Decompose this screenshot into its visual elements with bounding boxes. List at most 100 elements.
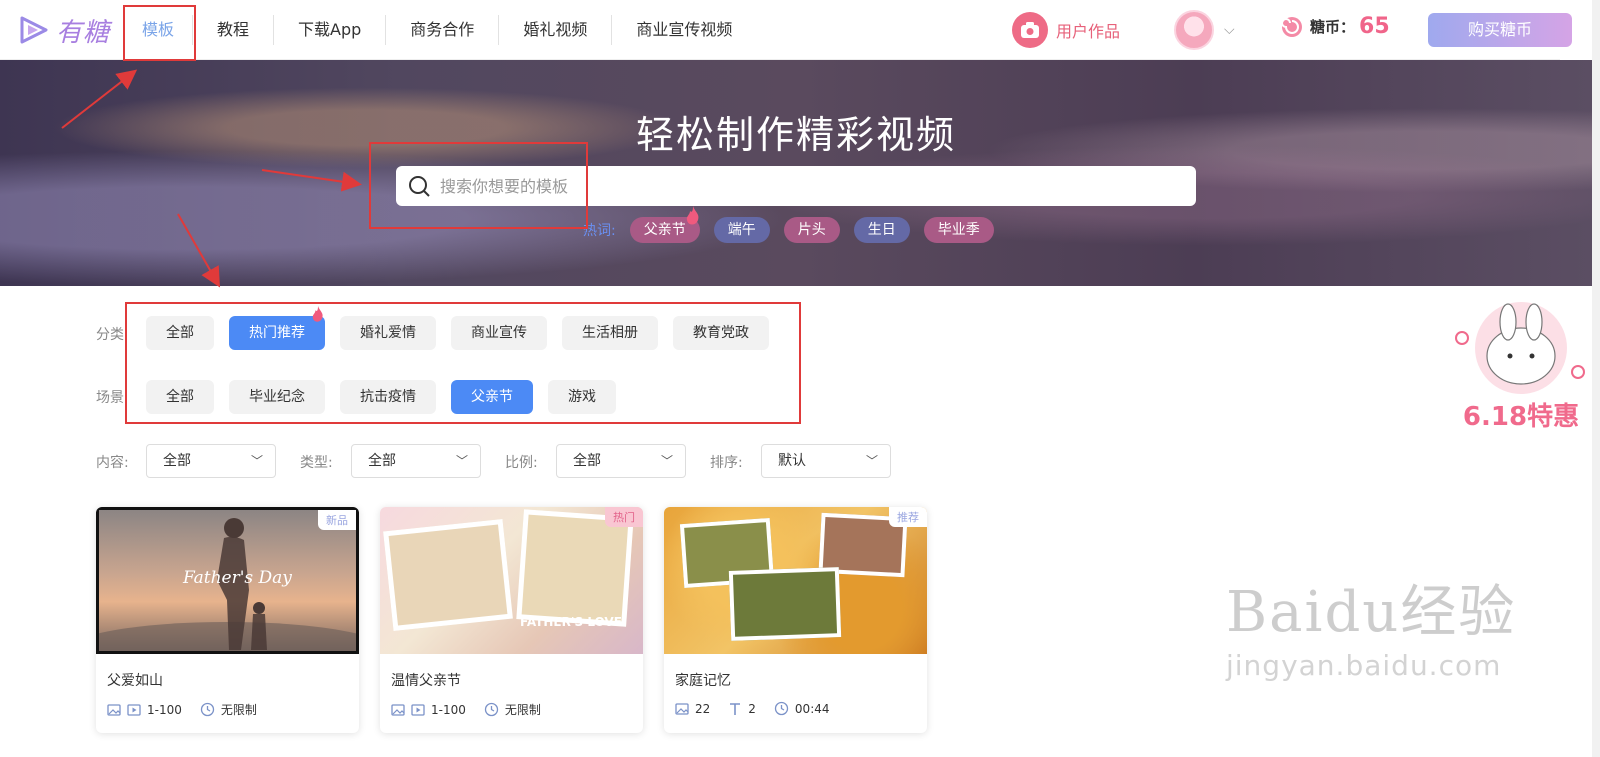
- hot-tag[interactable]: 生日: [853, 217, 910, 243]
- image-count: 22: [695, 701, 711, 716]
- thumb-caption: Father's Day: [183, 568, 292, 588]
- category-row: 全部 热门推荐 婚礼爱情 商业宣传 生活相册 教育党政: [146, 316, 784, 350]
- card-thumbnail: 推荐: [664, 507, 927, 654]
- video-icon: [127, 703, 141, 717]
- hot-tag[interactable]: 片头: [783, 217, 840, 243]
- ratio-filter-label: 比例:: [505, 455, 538, 471]
- candy-label: 糖币：: [1310, 18, 1356, 36]
- nav-tutorials[interactable]: 教程: [192, 15, 273, 45]
- content-filter-label: 内容:: [96, 455, 129, 471]
- nav-wedding-video[interactable]: 婚礼视频: [498, 15, 611, 45]
- type-filter-label: 类型:: [300, 455, 333, 471]
- user-works-link[interactable]: 用户作品: [1012, 12, 1120, 48]
- duration: 00:44: [794, 701, 830, 716]
- avatar: [1174, 10, 1214, 50]
- logo-text: 有糖: [56, 17, 111, 48]
- card-title: 家庭记忆: [675, 673, 731, 689]
- banner-title: 轻松制作精彩视频: [635, 113, 956, 157]
- user-menu[interactable]: ⌵: [1174, 10, 1235, 50]
- hot-tag[interactable]: 毕业季: [923, 217, 994, 243]
- chevron-down-icon: ﹀: [455, 454, 468, 468]
- logo[interactable]: 有糖: [18, 12, 110, 48]
- hero-banner: 轻松制作精彩视频 热词: 父亲节 端午 片头 生日 毕业季: [0, 60, 1592, 286]
- scene-chip[interactable]: 抗击疫情: [340, 380, 436, 414]
- play-logo-icon: [20, 16, 48, 44]
- template-card[interactable]: FATHER'S LOVE 热门 温情父亲节 1-100 无限制: [380, 507, 643, 733]
- search-input[interactable]: [440, 176, 1140, 196]
- media-count: 1-100: [147, 702, 182, 717]
- card-badge: 新品: [318, 510, 356, 530]
- text-icon: [728, 702, 742, 716]
- image-icon: [391, 703, 405, 717]
- photo-frame: [728, 567, 842, 641]
- nav-business[interactable]: 商务合作: [385, 15, 498, 45]
- main-nav: 模板 教程 下载App 商务合作 婚礼视频 商业宣传视频: [124, 0, 756, 60]
- card-title: 父爱如山: [107, 673, 163, 689]
- category-chip[interactable]: 婚礼爱情: [340, 316, 436, 350]
- content-dropdown-value: 全部: [163, 453, 191, 469]
- chevron-down-icon: ﹀: [250, 454, 263, 468]
- watermark: Baidu经验 jingyan.baidu.com: [1226, 580, 1517, 683]
- category-chip[interactable]: 生活相册: [562, 316, 658, 350]
- scene-label: 场景: [96, 390, 124, 406]
- top-navbar: 有糖 模板 教程 下载App 商务合作 婚礼视频 商业宣传视频 用户作品 ⌵ 糖…: [0, 0, 1572, 60]
- image-icon: [675, 702, 689, 716]
- category-chip[interactable]: 教育党政: [673, 316, 769, 350]
- template-card[interactable]: Father's Day 新品 父爱如山 1-100 无限制: [96, 507, 359, 733]
- candy-count: 65: [1359, 14, 1390, 39]
- scene-row: 全部 毕业纪念 抗击疫情 父亲节 游戏: [146, 380, 631, 414]
- buy-candy-button[interactable]: 购买糖币: [1428, 13, 1572, 47]
- watermark-brand: Baidu经验: [1226, 580, 1517, 645]
- photo-frame: [383, 519, 513, 631]
- lollipop-icon: [1281, 16, 1302, 37]
- hot-words-label: 热词:: [583, 223, 616, 239]
- hot-words: 热词: 父亲节 端午 片头 生日 毕业季: [583, 216, 1008, 244]
- promo-badge[interactable]: 6.18特惠: [1448, 298, 1594, 432]
- chevron-down-icon: ⌵: [1224, 22, 1235, 38]
- search-icon[interactable]: [408, 175, 430, 197]
- type-dropdown-value: 全部: [368, 453, 396, 469]
- card-meta: 1-100 无限制: [391, 701, 541, 718]
- nav-download-app[interactable]: 下载App: [273, 15, 385, 45]
- clock-icon: [200, 702, 215, 717]
- nav-commercial-video[interactable]: 商业宣传视频: [611, 15, 756, 45]
- user-works-label: 用户作品: [1056, 22, 1121, 41]
- scrollbar[interactable]: [1592, 0, 1600, 757]
- clock-icon: [774, 701, 789, 716]
- card-meta: 1-100 无限制: [107, 701, 257, 718]
- content-dropdown[interactable]: 全部 ﹀: [146, 444, 276, 478]
- template-card[interactable]: 推荐 家庭记忆 22 2 00:44: [664, 507, 927, 733]
- camera-icon: [1012, 12, 1048, 48]
- promo-text: 6.18特惠: [1462, 402, 1580, 432]
- card-title: 温情父亲节: [391, 673, 461, 689]
- duration: 无限制: [504, 703, 541, 717]
- hot-tag[interactable]: 端午: [713, 217, 770, 243]
- card-badge: 推荐: [889, 507, 927, 527]
- card-badge: 热门: [605, 507, 643, 527]
- scene-chip-active[interactable]: 父亲节: [451, 380, 533, 414]
- text-count: 2: [748, 701, 756, 716]
- ratio-dropdown-value: 全部: [573, 453, 601, 469]
- nav-templates[interactable]: 模板: [124, 15, 192, 45]
- category-chip-active[interactable]: 热门推荐: [229, 316, 325, 350]
- category-chip[interactable]: 商业宣传: [451, 316, 547, 350]
- card-meta: 22 2 00:44: [675, 701, 830, 716]
- scene-chip[interactable]: 毕业纪念: [229, 380, 325, 414]
- flame-icon: [312, 306, 323, 322]
- category-label: 分类: [96, 327, 124, 343]
- sort-dropdown-value: 默认: [778, 453, 806, 469]
- sort-dropdown[interactable]: 默认 ﹀: [761, 444, 891, 478]
- thumb-caption: FATHER'S LOVE: [520, 615, 622, 629]
- ratio-dropdown[interactable]: 全部 ﹀: [556, 444, 686, 478]
- scene-chip[interactable]: 游戏: [548, 380, 616, 414]
- category-chip[interactable]: 全部: [146, 316, 214, 350]
- chevron-down-icon: ﹀: [865, 454, 878, 468]
- type-dropdown[interactable]: 全部 ﹀: [351, 444, 481, 478]
- scene-chip[interactable]: 全部: [146, 380, 214, 414]
- search-bar: [396, 166, 1196, 206]
- flame-icon: [686, 206, 699, 225]
- bunny-mascot-icon: [1455, 302, 1585, 394]
- watermark-url: jingyan.baidu.com: [1226, 649, 1502, 682]
- candy-balance: 糖币： 65: [1280, 14, 1390, 39]
- clock-icon: [484, 702, 499, 717]
